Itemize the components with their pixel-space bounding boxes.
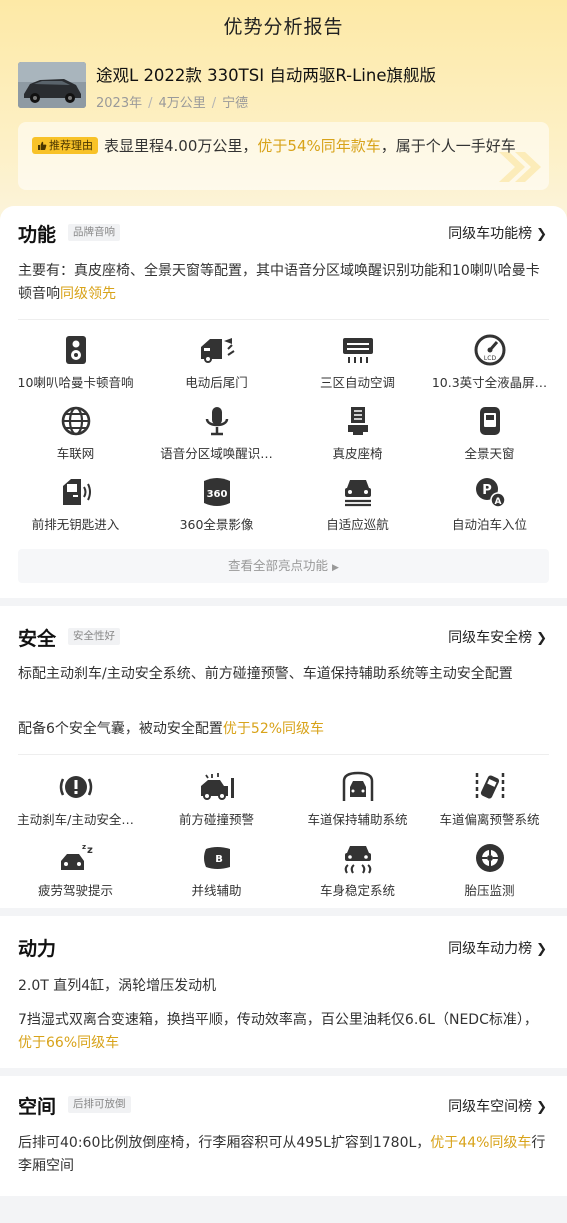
svg-text:z: z <box>87 845 93 856</box>
stability-control-icon <box>344 846 371 874</box>
feature-item[interactable]: 车联网 <box>5 405 146 462</box>
car-title[interactable]: 途观L 2022款 330TSI 自动两驱R-Line旗舰版 <box>96 62 436 86</box>
reason-badge: 推荐理由 <box>32 137 98 154</box>
lane-keep-icon <box>342 771 373 801</box>
thumbs-up-icon <box>38 141 47 150</box>
svg-text:A: A <box>494 497 501 507</box>
feature-item[interactable]: 三区自动空调 <box>287 334 428 391</box>
features-tag: 品牌音响 <box>68 224 120 241</box>
svg-text:z: z <box>82 843 86 851</box>
feature-item[interactable]: 真皮座椅 <box>287 405 428 462</box>
svg-text:P: P <box>482 483 492 498</box>
safety-passive-text: 配备6个安全气囊，被动安全配置优于52%同级车 <box>18 721 325 737</box>
safety-title: 安全 <box>18 628 57 650</box>
meta-separator: / <box>148 96 153 111</box>
space-section: 空间 后排可放倒 同级车空间榜 ❯ 后排可40:60比例放倒座椅，行李厢容积可从4… <box>0 1076 567 1196</box>
collision-warning-icon <box>200 773 234 800</box>
blind-spot-icon: B <box>203 847 230 869</box>
tire-pressure-icon <box>475 844 504 872</box>
space-tag: 后排可放倒 <box>68 1096 131 1113</box>
divider <box>18 319 549 320</box>
car-city: 宁德 <box>222 96 249 111</box>
safety-item[interactable]: 车道偏离预警系统 <box>419 771 560 828</box>
power-title: 动力 <box>18 938 57 960</box>
features-rank-link[interactable]: 同级车功能榜 ❯ <box>448 223 547 243</box>
globe-icon <box>61 406 90 436</box>
svg-text:LCD: LCD <box>483 355 496 362</box>
auto-parking-icon: PA <box>475 478 506 508</box>
leather-seat-icon <box>347 407 368 435</box>
safety-item[interactable]: 前方碰撞预警 <box>146 771 287 828</box>
divider <box>18 754 549 755</box>
safety-item[interactable]: B 并线辅助 <box>146 842 287 899</box>
page-title: 优势分析报告 <box>223 16 344 38</box>
air-conditioner-icon <box>342 338 373 363</box>
feature-item[interactable]: LCD 10.3英寸全液晶屏… <box>419 334 560 391</box>
microphone-icon <box>205 407 228 436</box>
power-engine-text: 2.0T 直列4缸，涡轮增压发动机 <box>18 978 217 994</box>
space-title: 空间 <box>18 1096 57 1118</box>
feature-item[interactable]: 前排无钥匙进入 <box>5 476 146 533</box>
feature-item[interactable]: 10喇叭哈曼卡顿音响 <box>5 334 146 391</box>
chevron-right-icon: ❯ <box>536 227 547 242</box>
space-rank-link[interactable]: 同级车空间榜 ❯ <box>448 1096 547 1116</box>
features-section: 功能 品牌音响 同级车功能榜 ❯ 主要有：真皮座椅、全景天窗等配置，其中语音分区域… <box>0 206 567 598</box>
speaker-icon <box>65 336 86 364</box>
safety-item[interactable]: 胎压监测 <box>419 842 560 899</box>
camera-360-icon: 360 <box>203 478 230 506</box>
power-transmission-text: 7挡湿式双离合变速箱，换挡平顺，传动效率高，百公里油耗仅6.6L（NEDC标准）… <box>18 1012 538 1051</box>
feature-item[interactable]: 电动后尾门 <box>146 334 287 391</box>
safety-item[interactable]: 车身稳定系统 <box>287 842 428 899</box>
feature-item[interactable]: PA 自动泊车入位 <box>419 476 560 533</box>
lcd-dashboard-icon: LCD <box>474 334 505 366</box>
safety-item[interactable]: zz 疲劳驾驶提示 <box>5 842 146 899</box>
recommend-reason-box: 推荐理由 表显里程4.00万公里，优于54%同年款车，属于个人一手好车 <box>18 122 549 190</box>
feature-item[interactable]: 全景天窗 <box>419 405 560 462</box>
safety-tag: 安全性好 <box>68 628 120 645</box>
features-title: 功能 <box>18 224 57 246</box>
view-all-features-button[interactable]: 查看全部亮点功能 ▶ <box>18 549 549 583</box>
lane-departure-icon <box>475 773 504 801</box>
safety-item[interactable]: 主动刹车/主动安全… <box>5 771 146 828</box>
brake-warning-icon <box>59 776 92 798</box>
svg-text:360: 360 <box>206 489 227 500</box>
car-thumbnail[interactable] <box>18 62 86 108</box>
safety-item[interactable]: 车道保持辅助系统 <box>287 771 428 828</box>
fatigue-alert-icon: zz <box>60 843 93 870</box>
power-tailgate-icon <box>200 338 235 363</box>
feature-item[interactable]: 语音分区域唤醒识… <box>146 405 287 462</box>
chevron-right-icon: ❯ <box>536 942 547 957</box>
features-summary: 主要有：真皮座椅、全景天窗等配置，其中语音分区域唤醒识别功能和10喇叭哈曼卡顿音… <box>18 263 540 302</box>
feature-item[interactable]: 360 360全景影像 <box>146 476 287 533</box>
power-rank-link[interactable]: 同级车动力榜 ❯ <box>448 938 547 958</box>
reason-text: 推荐理由 表显里程4.00万公里，优于54%同年款车，属于个人一手好车 <box>32 134 535 158</box>
chevron-right-icon: ❯ <box>536 1100 547 1115</box>
svg-text:B: B <box>215 854 223 865</box>
triangle-right-icon: ▶ <box>332 563 339 573</box>
meta-separator: / <box>211 96 217 111</box>
power-section: 动力 同级车动力榜 ❯ 2.0T 直列4缸，涡轮增压发动机 7挡湿式双离合变速箱，… <box>0 916 567 1068</box>
safety-active-text: 标配主动刹车/主动安全系统、前方碰撞预警、车道保持辅助系统等主动安全配置 <box>18 666 513 682</box>
safety-section: 安全 安全性好 同级车安全榜 ❯ 标配主动刹车/主动安全系统、前方碰撞预警、车道保… <box>0 606 567 908</box>
feature-item[interactable]: 自适应巡航 <box>287 476 428 533</box>
sunroof-icon <box>479 407 500 435</box>
report-header: 优势分析报告 途观L 2022款 330TSI 自动两驱R-Line旗舰版 20… <box>0 0 567 225</box>
car-mileage: 4万公里 <box>158 96 206 111</box>
car-meta: 2023年 / 4万公里 / 宁德 <box>96 92 248 111</box>
adaptive-cruise-icon <box>344 480 371 507</box>
space-text: 后排可40:60比例放倒座椅，行李厢容积可从495L扩容到1780L，优于44%… <box>18 1135 546 1174</box>
car-year: 2023年 <box>96 96 143 111</box>
keyless-entry-icon <box>62 479 91 505</box>
safety-rank-link[interactable]: 同级车安全榜 ❯ <box>448 627 547 647</box>
chevron-right-icon: ❯ <box>536 631 547 646</box>
